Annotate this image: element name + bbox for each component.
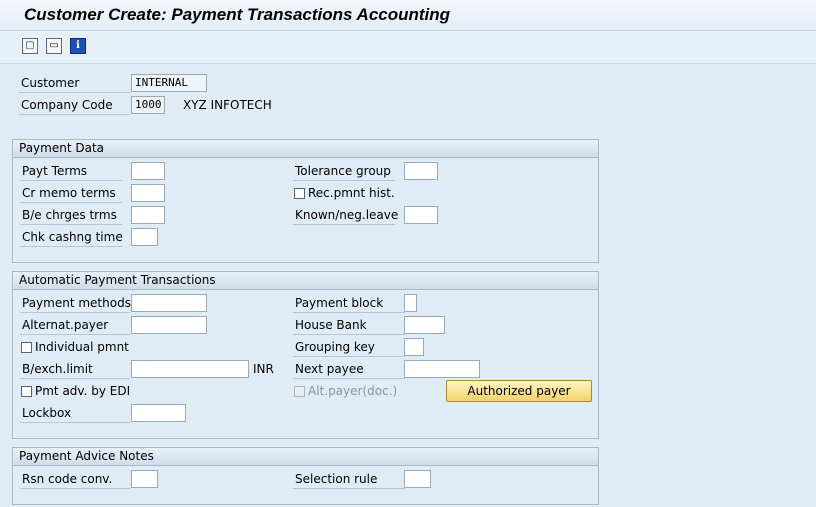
individual-pmnt-checkbox[interactable] [21,342,32,353]
window-title: Customer Create: Payment Transactions Ac… [24,5,451,24]
rec-pmnt-hist-label: Rec.pmnt hist. [308,186,395,200]
known-neg-leave-field[interactable] [404,206,438,224]
cr-memo-terms-label: Cr memo terms [20,184,122,203]
company-code-label: Company Code [19,96,131,115]
selection-rule-label: Selection rule [293,470,405,489]
be-charges-terms-label: B/e chrges trms [20,206,122,225]
individual-pmnt-label: Individual pmnt [35,340,129,354]
rsn-code-conv-field[interactable] [131,470,158,488]
lockbox-field[interactable] [131,404,186,422]
customer-label: Customer [19,74,131,93]
next-payee-field[interactable] [404,360,480,378]
tolerance-group-label: Tolerance group [293,162,395,181]
chk-cashing-time-label: Chk cashng time [20,228,123,247]
application-toolbar: ▢ ▭ i [0,31,816,64]
alt-payer-doc-label: Alt.payer(doc.) [308,384,398,398]
grouping-key-field[interactable] [404,338,424,356]
rsn-code-conv-label: Rsn code conv. [20,470,130,489]
company-code-field[interactable]: 1000 [131,96,165,114]
grouping-key-label: Grouping key [293,338,405,357]
company-name: XYZ INFOTECH [183,98,272,112]
customer-field[interactable]: INTERNAL [131,74,207,92]
pmt-adv-edi-label: Pmt adv. by EDI [35,384,131,398]
payt-terms-label: Payt Terms [20,162,122,181]
document-icon[interactable]: ▭ [46,38,62,54]
lockbox-label: Lockbox [20,404,130,423]
other-screen-icon[interactable]: ▢ [22,38,38,54]
cr-memo-terms-field[interactable] [131,184,165,202]
authorized-payer-button[interactable]: Authorized payer [446,380,592,402]
known-neg-leave-label: Known/neg.leave [293,206,398,225]
bexch-limit-label: B/exch.limit [20,360,130,379]
title-bar: Customer Create: Payment Transactions Ac… [0,0,816,31]
tolerance-group-field[interactable] [404,162,438,180]
payment-block-field[interactable] [404,294,417,312]
payment-data-title: Payment Data [13,140,598,158]
info-icon[interactable]: i [70,38,86,54]
selection-rule-field[interactable] [404,470,431,488]
next-payee-label: Next payee [293,360,405,379]
alternat-payer-field[interactable] [131,316,207,334]
house-bank-field[interactable] [404,316,445,334]
payment-data-group: Payment Data Payt Terms Cr memo terms B/… [12,139,599,263]
alt-payer-doc-checkbox[interactable] [294,386,305,397]
payment-block-label: Payment block [293,294,405,313]
payment-advice-group: Payment Advice Notes Rsn code conv. Sele… [12,447,599,505]
main-area: Customer INTERNAL Company Code 1000 XYZ … [0,64,816,507]
payment-methods-field[interactable] [131,294,207,312]
currency-label: INR [253,362,274,376]
rec-pmnt-hist-checkbox[interactable] [294,188,305,199]
bexch-limit-field[interactable] [131,360,249,378]
payment-advice-title: Payment Advice Notes [13,448,598,466]
payt-terms-field[interactable] [131,162,165,180]
automatic-payment-group: Automatic Payment Transactions Payment m… [12,271,599,439]
automatic-payment-title: Automatic Payment Transactions [13,272,598,290]
be-charges-terms-field[interactable] [131,206,165,224]
house-bank-label: House Bank [293,316,405,335]
alternat-payer-label: Alternat.payer [20,316,130,335]
pmt-adv-edi-checkbox[interactable] [21,386,32,397]
chk-cashing-time-field[interactable] [131,228,158,246]
payment-methods-label: Payment methods [20,294,131,313]
